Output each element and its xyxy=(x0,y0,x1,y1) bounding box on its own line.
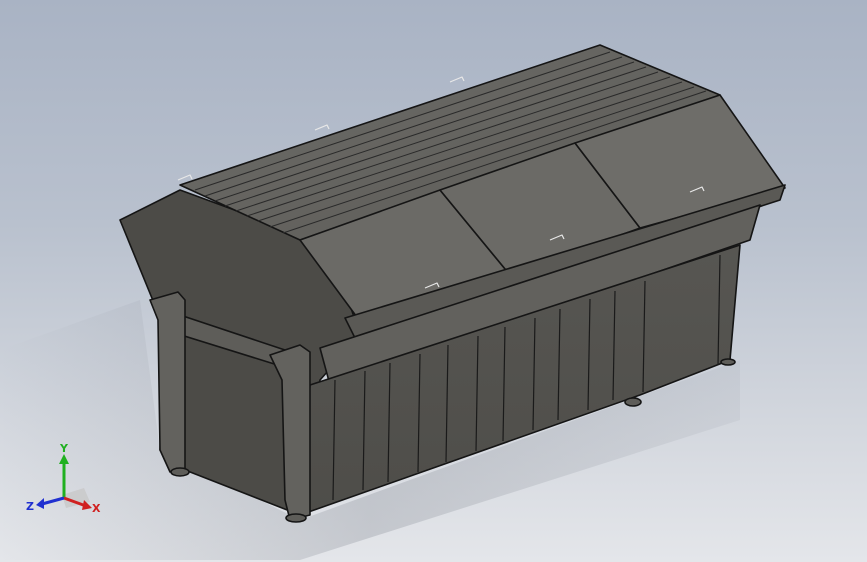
foot xyxy=(624,397,642,407)
z-arrow-icon xyxy=(36,498,44,509)
y-arrow-icon xyxy=(59,454,69,464)
triad-z-label: Z xyxy=(26,500,34,513)
cad-model-view[interactable] xyxy=(0,0,867,562)
foot xyxy=(170,467,190,477)
z-axis-icon xyxy=(41,496,65,506)
foot xyxy=(720,358,736,366)
triad-y-label: Y xyxy=(59,442,69,455)
axis-triad[interactable]: Y X Z xyxy=(22,440,112,530)
triad-x-label: X xyxy=(92,502,101,515)
container-model[interactable] xyxy=(119,44,786,523)
graphics-viewport[interactable]: Y X Z xyxy=(0,0,867,562)
foot xyxy=(285,513,307,523)
